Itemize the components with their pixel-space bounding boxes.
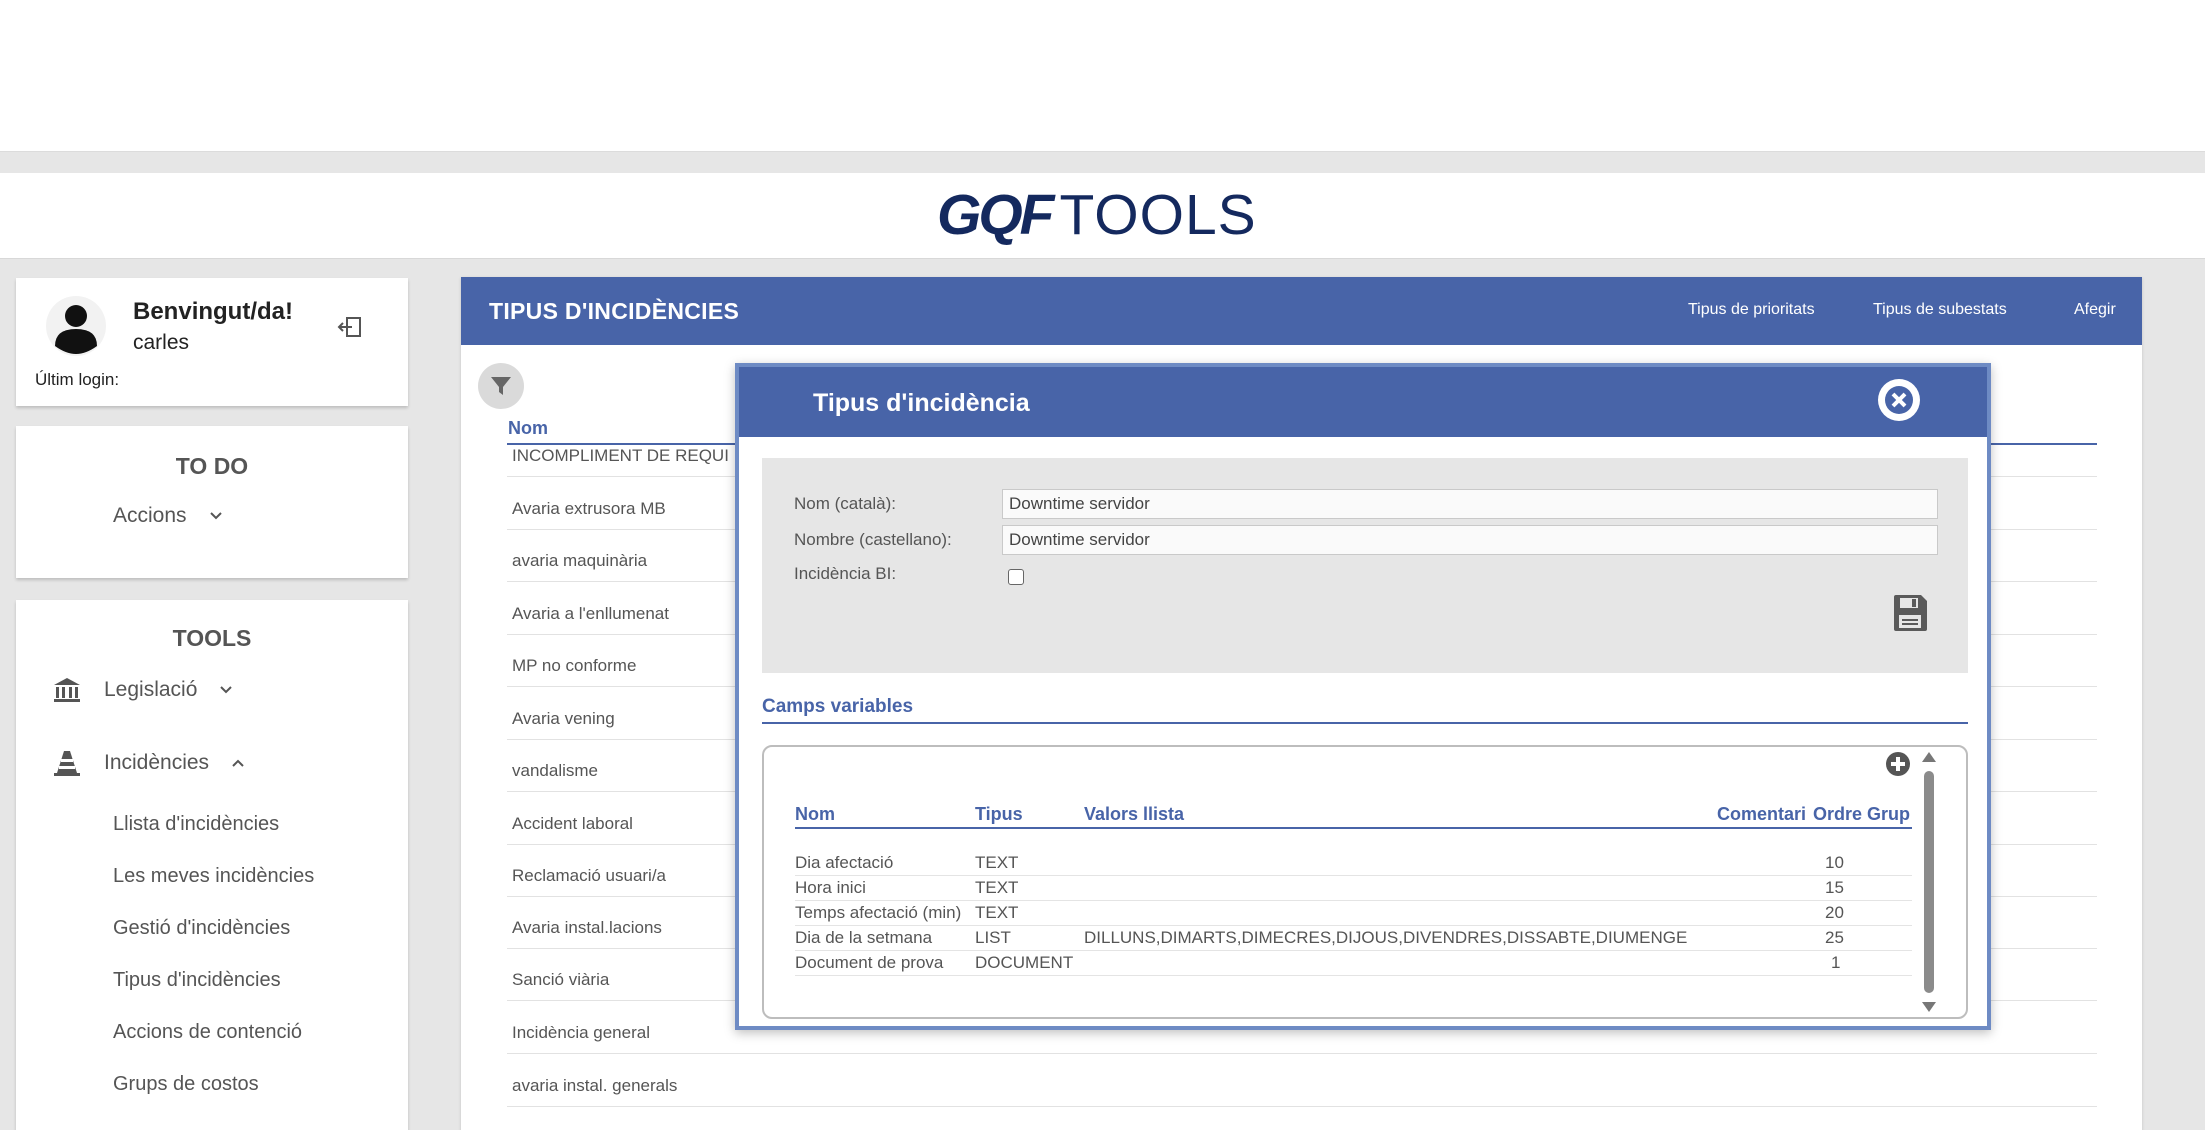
cell-tipus: TEXT (975, 903, 1019, 922)
scroll-down-arrow-icon[interactable] (1921, 1001, 1937, 1013)
nombre-field[interactable] (1002, 525, 1938, 555)
header-comentari[interactable]: Comentari (1717, 804, 1806, 825)
filter-icon (491, 377, 511, 395)
nombre-label: Nombre (castellano): (794, 530, 952, 549)
table-row[interactable]: Dia afectació TEXT 10 (795, 851, 1912, 876)
close-icon[interactable] (1878, 379, 1920, 421)
scroll-up-arrow-icon[interactable] (1921, 751, 1937, 763)
chevron-down-icon (209, 512, 222, 520)
nav-legislacio[interactable]: Legislació (52, 675, 233, 705)
user-card: Benvingut/da! carles Últim login: (16, 278, 408, 406)
nav-gestio-incidencies[interactable]: Gestió d'incidències (113, 917, 290, 940)
nom-field[interactable] (1002, 489, 1938, 519)
scrollbar-thumb[interactable] (1924, 771, 1934, 993)
nav-llista-incidencies[interactable]: Llista d'incidències (113, 813, 279, 836)
modal-title: Tipus d'incidència (813, 389, 1030, 417)
cell-tipus: TEXT (975, 853, 1019, 872)
nav-incidencies[interactable]: Incidències (52, 748, 245, 778)
user-avatar-icon (46, 296, 106, 356)
todo-title: TO DO (175, 453, 249, 479)
table-row[interactable]: Temps afectació (min) TEXT 20 (795, 901, 1912, 926)
variable-fields-title: Camps variables (762, 696, 1968, 724)
substate-types-link[interactable]: Tipus de subestats (1873, 301, 2007, 319)
cell-tipus: TEXT (975, 878, 1019, 897)
variable-fields-grid: Nom Tipus Valors llista Comentari Ordre … (762, 745, 1968, 1019)
chevron-up-icon (232, 759, 244, 767)
top-blank-area (0, 0, 2205, 152)
add-link[interactable]: Afegir (2074, 301, 2116, 319)
modal-header: Tipus d'incidència (739, 367, 1987, 437)
incident-type-modal: Tipus d'incidència Nom (català): Nombre … (735, 363, 1991, 1030)
header-nom[interactable]: Nom (795, 804, 835, 825)
tools-card: TOOLS Legislació Incidències Llista d'in… (16, 600, 408, 1130)
tools-title: TOOLS (172, 625, 252, 651)
todo-card: TO DO Accions (16, 426, 408, 578)
modal-form: Nom (català): Nombre (castellano): Incid… (762, 458, 1968, 673)
nom-label: Nom (català): (794, 494, 897, 513)
header-tipus[interactable]: Tipus (975, 804, 1023, 825)
actions-label: Accions (113, 504, 187, 527)
logo-light-text: TOOLS (1059, 183, 1257, 247)
incidencies-label: Incidències (104, 751, 210, 774)
traffic-cone-icon (54, 751, 80, 776)
cell-ordre: 15 (1825, 878, 1844, 897)
cell-tipus: LIST (975, 928, 1011, 947)
cell-nom: Temps afectació (min) (795, 903, 962, 922)
table-row[interactable]: Document de prova DOCUMENT 1 (795, 951, 1912, 976)
table-row[interactable]: Dia de la setmana LIST DILLUNS,DIMARTS,D… (795, 926, 1912, 951)
priority-types-link[interactable]: Tipus de prioritats (1688, 301, 1815, 319)
nav-meves-incidencies[interactable]: Les meves incidències (113, 865, 314, 888)
grid-header-row: Nom Tipus Valors llista Comentari Ordre … (795, 803, 1912, 829)
cell-tipus: DOCUMENT (975, 953, 1074, 972)
cell-ordre: 25 (1825, 928, 1844, 947)
save-icon[interactable] (1892, 594, 1928, 632)
chevron-down-icon (220, 686, 233, 694)
gqf-tools-logo: GQF TOOLS (937, 183, 1257, 247)
incidencia-bi-checkbox[interactable] (1008, 569, 1024, 585)
cell-nom: Dia de la setmana (795, 928, 933, 947)
bi-label: Incidència BI: (794, 564, 897, 583)
cell-ordre: 20 (1825, 903, 1844, 922)
table-row[interactable]: Hora inici TEXT 15 (795, 876, 1912, 901)
last-login-label: Últim login: (35, 370, 120, 389)
filter-button[interactable] (478, 363, 524, 409)
nav-grups-costos[interactable]: Grups de costos (113, 1073, 259, 1096)
panel-header: TIPUS D'INCIDÈNCIES Tipus de prioritats … (461, 277, 2142, 345)
add-circle-icon[interactable] (1885, 751, 1911, 777)
logo-bold-text: GQF (937, 183, 1054, 247)
logout-icon[interactable] (336, 312, 366, 342)
header-valors-llista[interactable]: Valors llista (1084, 804, 1184, 825)
cell-nom: Document de prova (795, 953, 944, 972)
username: carles (133, 331, 190, 354)
nav-accions-contencio[interactable]: Accions de contenció (113, 1021, 302, 1044)
cell-ordre: 1 (1831, 953, 1841, 972)
legislacio-label: Legislació (104, 678, 198, 701)
todo-actions-dropdown[interactable]: Accions (113, 504, 223, 528)
bank-icon (54, 678, 80, 702)
cell-ordre: 10 (1825, 853, 1844, 872)
nav-tipus-incidencies[interactable]: Tipus d'incidències (113, 969, 281, 992)
panel-title: TIPUS D'INCIDÈNCIES (489, 298, 740, 324)
cell-valors: DILLUNS,DIMARTS,DIMECRES,DIJOUS,DIVENDRE… (1084, 928, 1688, 947)
cell-nom: Hora inici (795, 878, 866, 897)
header-ordre[interactable]: Ordre (1813, 804, 1862, 825)
list-item[interactable]: avaria instal. generals (507, 1076, 2097, 1107)
cell-nom: Dia afectació (795, 853, 894, 872)
header-grup[interactable]: Grup (1867, 804, 1910, 825)
welcome-text: Benvingut/da! (133, 298, 293, 325)
